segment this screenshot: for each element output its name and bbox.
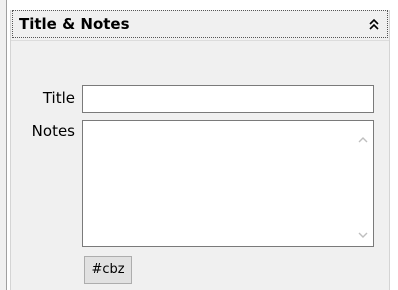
chevron-up-icon[interactable] [357, 131, 369, 143]
header-separator [11, 40, 389, 41]
tag-button[interactable]: #cbz [84, 256, 132, 284]
title-input[interactable] [82, 85, 374, 113]
notes-field[interactable] [82, 120, 374, 247]
panel-header[interactable]: Title & Notes [12, 10, 388, 38]
double-chevron-up-icon[interactable] [367, 16, 381, 32]
panel-title: Title & Notes [19, 15, 130, 33]
notes-textarea[interactable] [83, 121, 353, 246]
left-rail-divider [6, 0, 7, 290]
notes-scrollbar[interactable] [353, 121, 373, 246]
title-notes-panel: Title & Notes Title Notes #cbz [10, 10, 390, 290]
chevron-down-icon[interactable] [357, 226, 369, 238]
title-label: Title [42, 89, 75, 107]
notes-label: Notes [31, 122, 75, 140]
